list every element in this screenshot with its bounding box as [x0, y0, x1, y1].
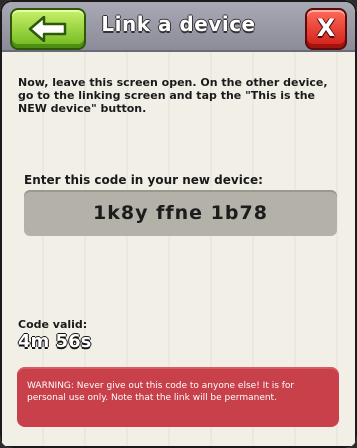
code-label: Enter this code in your new device: — [24, 173, 263, 187]
close-button[interactable]: X — [305, 8, 347, 50]
warning-text: WARNING: Never give out this code to any… — [27, 381, 295, 403]
link-code-display: 1k8y ffne 1b78 — [24, 190, 337, 236]
code-valid-timer: 4m 56s — [18, 331, 92, 352]
link-device-dialog: Link a device X Now, leave this screen o… — [0, 0, 357, 448]
instructions-text: Now, leave this screen open. On the othe… — [18, 76, 328, 115]
dialog-title: Link a device — [101, 12, 256, 36]
code-valid-label: Code valid: — [18, 318, 88, 331]
dialog-header: Link a device X — [2, 2, 355, 52]
close-icon: X — [316, 14, 336, 42]
warning-box: WARNING: Never give out this code to any… — [17, 367, 339, 427]
